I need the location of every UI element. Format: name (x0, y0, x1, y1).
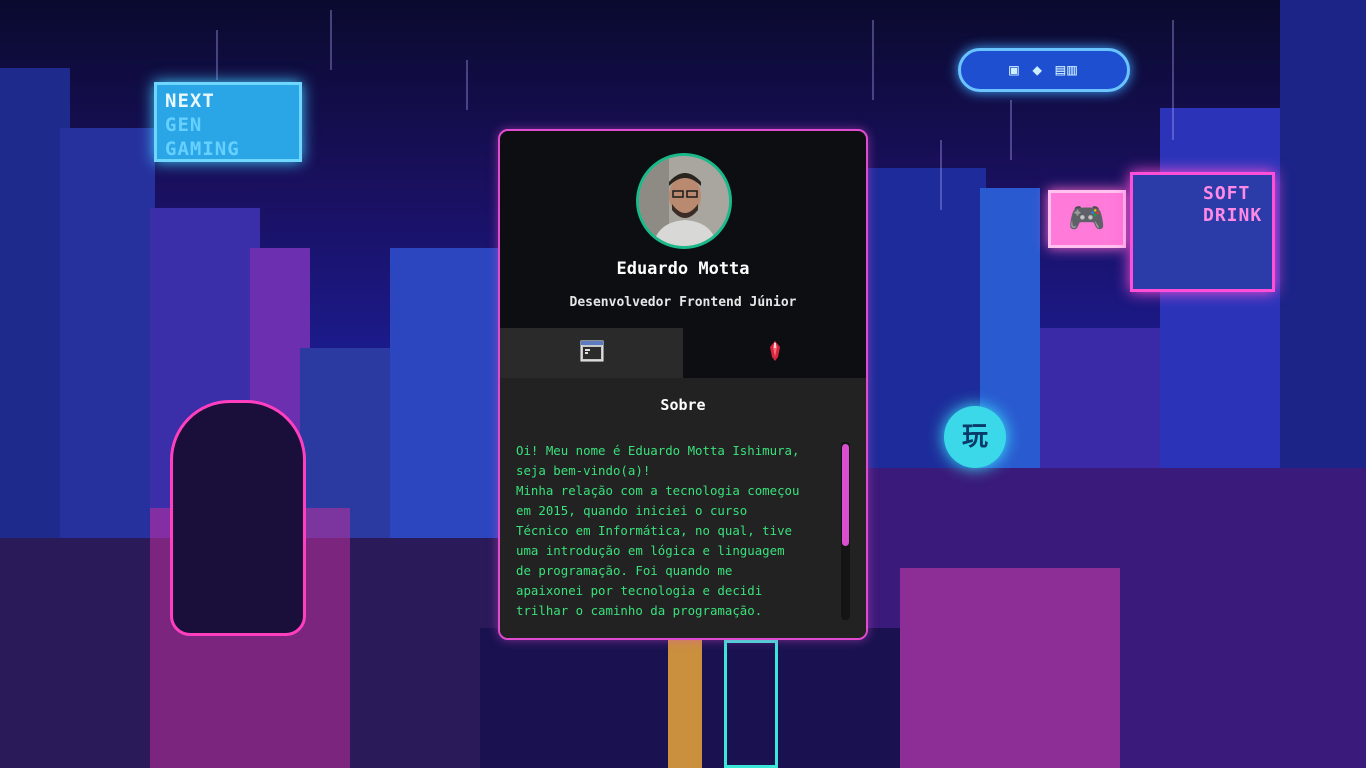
about-title: Sobre (660, 396, 706, 414)
blimp-sign: ▣ ◆ ▤▥ (958, 48, 1130, 92)
about-text: Oi! Meu nome é Eduardo Motta Ishimura, s… (516, 443, 800, 618)
profile-name: Eduardo Motta (616, 259, 750, 279)
terminal-window-icon (580, 339, 604, 367)
soft-drink-sign: SOFT DRINK (1130, 172, 1275, 292)
about-scrollbar[interactable] (841, 442, 850, 620)
about-scrollbar-thumb[interactable] (842, 444, 849, 546)
tab-skills[interactable] (683, 328, 866, 378)
round-neon-sign: 玩 (944, 406, 1006, 468)
next-gen-gaming-sign: NEXT GEN GAMING (154, 82, 302, 162)
about-panel: Sobre Oi! Meu nome é Eduardo Motta Ishim… (500, 378, 866, 638)
avatar (636, 153, 732, 249)
gamepad-sign-icon: 🎮 (1048, 190, 1126, 248)
tab-about[interactable] (500, 328, 683, 378)
profile-role: Desenvolvedor Frontend Júnior (569, 295, 797, 310)
profile-tabs (500, 328, 866, 378)
crystal-gem-icon (767, 340, 783, 366)
profile-card: Eduardo Motta Desenvolvedor Frontend Jún… (498, 129, 868, 640)
